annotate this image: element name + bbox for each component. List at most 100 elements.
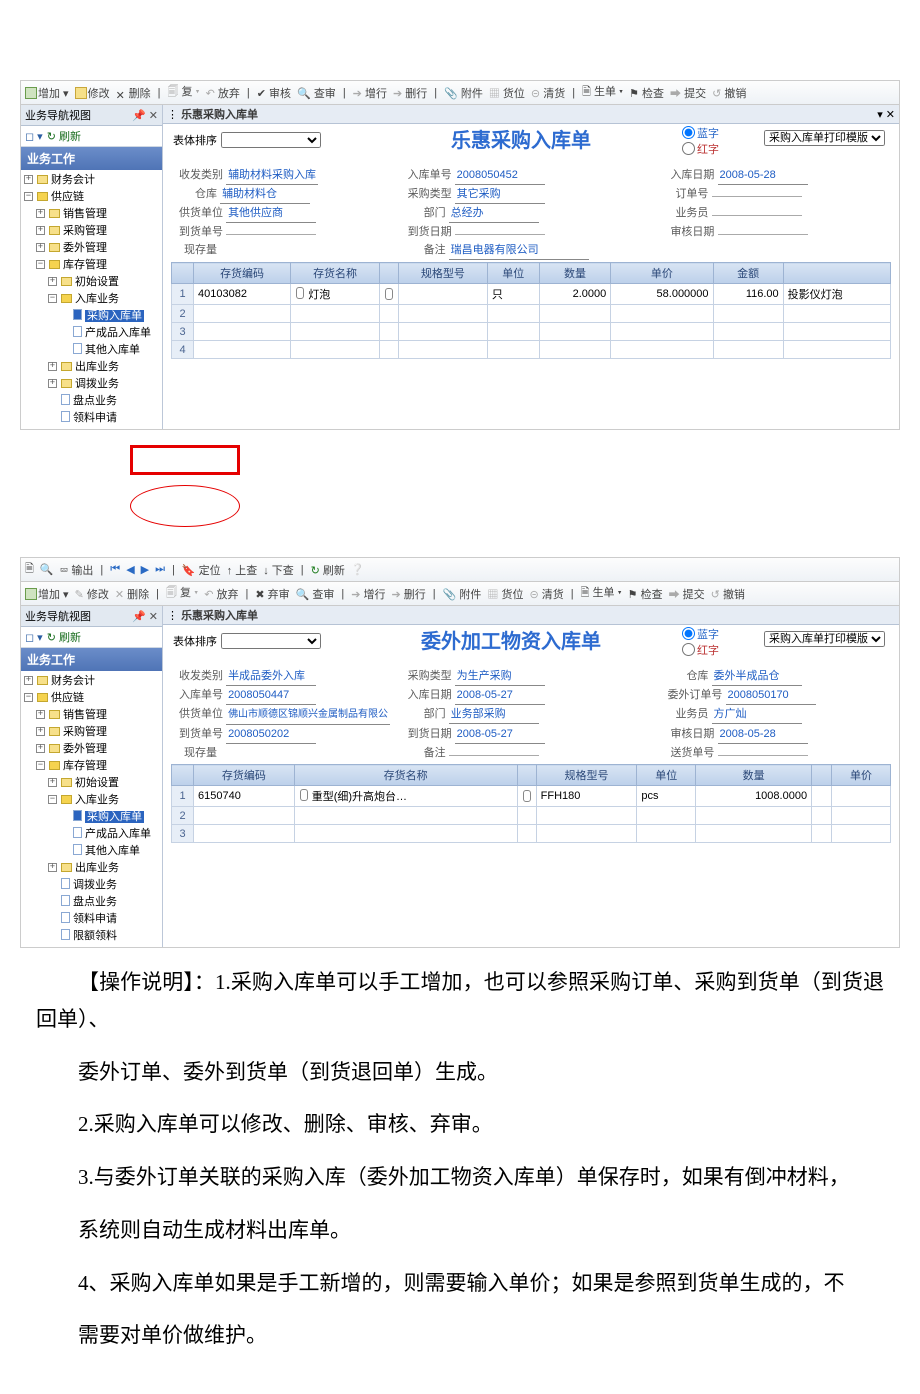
qbtn-1[interactable]: 🗎 [25,560,34,579]
nav-back[interactable]: ◻ ▾ [25,130,43,143]
tree-buy[interactable]: +采购管理 [37,223,162,240]
col-price[interactable]: 单价 [611,263,713,284]
col-unit[interactable]: 单位 [487,263,539,284]
grid-row[interactable]: 2 [172,305,891,323]
tree-sc[interactable]: −供应链 +销售管理 +采购管理 +委外管理 −库存管理 +初始设置 −入库业务… [25,189,162,427]
tree-lq[interactable]: 领料申请 [49,410,162,427]
toolbar-main-2: 增加 ▾ ✎ 修改 ✕ 删除 | 🗐 复 ▾ ↶ 放弃 | ✖ 弃审 🔍 查审 … [21,582,899,606]
val-bz[interactable]: 瑞昌电器有限公司 [449,241,589,260]
val-ywy[interactable] [712,215,802,216]
btn-make[interactable]: 🗎 生单 ▾ [582,83,623,102]
btn-make[interactable]: 🗎 生单 ▾ [581,584,622,603]
grid-row[interactable]: 3 [172,825,891,843]
btn-drop: ↶ 放弃 [204,586,238,602]
tree-out[interactable]: +委外管理 [37,240,162,257]
screenshot-1: 增加 ▾ 修改 ✕删除 | 🗐 复 ▾ ↶ 放弃 | ✔ 审核 🔍 查审 | ➔… [20,80,900,430]
grid-row[interactable]: 3 [172,323,891,341]
nav-next[interactable]: ▶ [141,563,149,576]
val-ddh[interactable] [712,196,802,197]
btn-locate[interactable]: 🔖 定位 [182,562,221,578]
lbl-ywy: 业务员 [662,204,708,222]
tree-outb[interactable]: +出库业务 [49,359,162,376]
tree-adj[interactable]: +调拨业务 [49,376,162,393]
sort-ctrl: 表体排序 [173,132,321,148]
para-6: 4、采购入库单如果是手工新增的，则需要输入单价；如果是参照到货单生成的，不 [36,1265,884,1302]
tab-menu[interactable]: ▾ ✕ [877,108,895,121]
sort-select[interactable] [221,132,321,148]
lbl-xcl: 现存量 [171,241,217,259]
para-2: 委外订单、委外到货单（到货退回单）生成。 [36,1054,884,1091]
para-1: 【操作说明】：1.采购入库单可以手工增加，也可以参照采购订单、采购到货单（到货退… [36,964,884,1038]
val-bm[interactable]: 总经办 [449,204,539,223]
btn-addrow: ➔ 增行 [351,586,385,602]
btn-add[interactable]: 增加 ▾ [25,586,69,602]
val-dhd [226,234,316,235]
btn-refresh[interactable]: ↻ 刷新 [311,562,345,578]
tree-fa[interactable]: +财务会计 [25,172,162,189]
tree-cp[interactable]: 产成品入库单 [61,325,162,342]
radio-blue[interactable] [682,126,695,139]
val-dhrq [455,234,545,235]
val-gh[interactable]: 其他供应商 [226,204,316,223]
drag-handle[interactable]: ⋮ [167,108,178,121]
btn-delrow: ➔ 删行 [392,586,426,602]
btn-submit: ⮕ 提交 [669,586,705,602]
nav-pin[interactable]: 📌 ✕ [132,109,158,122]
btn-query[interactable]: 🔍 查审 [297,85,336,101]
grid-row[interactable]: 1 6150740 重型(细)升高炮台… FFH180 pcs 1008.000… [172,786,891,807]
val-ck[interactable]: 辅助材料仓 [220,185,310,204]
btn-attach: 📎 附件 [443,586,482,602]
lbl-ck: 仓库 [171,185,217,203]
nav-prev[interactable]: ◀ [126,563,134,576]
col-code[interactable]: 存货编码 [194,263,291,284]
col-qty[interactable]: 数量 [539,263,611,284]
grid-row[interactable]: 2 [172,807,891,825]
btn-down[interactable]: ↓ 下查 [263,562,294,578]
nav-refresh[interactable]: ↻ 刷新 [47,128,81,144]
btn-check[interactable]: ⚑ 检查 [629,85,664,101]
qbtn-2[interactable]: 🔍 [40,563,54,576]
btn-drop: ↶ 放弃 [206,85,240,101]
clip-icon [384,287,394,301]
col-spec[interactable]: 规格型号 [398,263,487,284]
tree-in[interactable]: −入库业务 采购入库单 产成品入库单 其他入库单 [49,291,162,359]
btn-copy: 🗐 复 ▾ [166,584,198,603]
val-sflb[interactable]: 辅助材料采购入库 [226,166,318,185]
radio-red[interactable] [682,142,695,155]
btn-del[interactable]: ✕删除 [116,85,151,101]
btn-query[interactable]: 🔍 查审 [296,586,335,602]
btn-edit[interactable]: 修改 [75,85,110,101]
btn-audit[interactable]: ✔ 审核 [257,85,291,101]
btn-undo: ↺ 撤销 [712,85,746,101]
btn-add[interactable]: 增加 ▾ [25,85,69,101]
btn-abandon[interactable]: ✖ 弃审 [255,586,289,602]
tree-init[interactable]: +初始设置 [49,274,162,291]
lbl-cglx: 采购类型 [400,185,452,203]
lbl-bz: 备注 [400,241,446,259]
nav-header: 业务工作 [21,147,162,170]
col-name[interactable]: 存货名称 [291,263,380,284]
btn-check[interactable]: ⚑ 检查 [628,586,663,602]
tmpl-select[interactable]: 采购入库单打印模版 [764,130,885,146]
btn-del: ✕ 删除 [115,586,149,602]
tree-qt[interactable]: 其他入库单 [61,342,162,359]
nav-first[interactable]: ⏮ [110,563,120,576]
qbtn-export[interactable]: ⮹ 输出 [60,562,94,578]
nav-tree: 业务导航视图📌 ✕ ◻ ▾↻ 刷新 业务工作 +财务会计 −供应链 +销售管理 … [21,105,163,429]
tree-stk[interactable]: −库存管理 +初始设置 −入库业务 采购入库单 产成品入库单 其他入库单 +出库… [37,257,162,427]
nav-last[interactable]: ⏭ [155,563,165,576]
grid-row[interactable]: 4 [172,341,891,359]
para-7: 需要对单价做维护。 [36,1317,884,1354]
val-rkrq[interactable]: 2008-05-28 [718,166,808,185]
btn-help[interactable]: ❔ [351,563,365,576]
val-cglx[interactable]: 其它采购 [455,185,545,204]
tree-cg[interactable]: 采购入库单 [61,308,162,325]
tree-pd[interactable]: 盘点业务 [49,393,162,410]
btn-loc: ▦ 货位 [489,85,525,101]
col-amt[interactable]: 金额 [713,263,783,284]
val-rkdh[interactable]: 2008050452 [455,166,545,185]
grid-row[interactable]: 1 40103082 灯泡 只 2.0000 58.000000 116.00 … [172,284,891,305]
val-shrq [718,234,808,235]
tree-sale[interactable]: +销售管理 [37,206,162,223]
btn-up[interactable]: ↑ 上查 [227,562,258,578]
